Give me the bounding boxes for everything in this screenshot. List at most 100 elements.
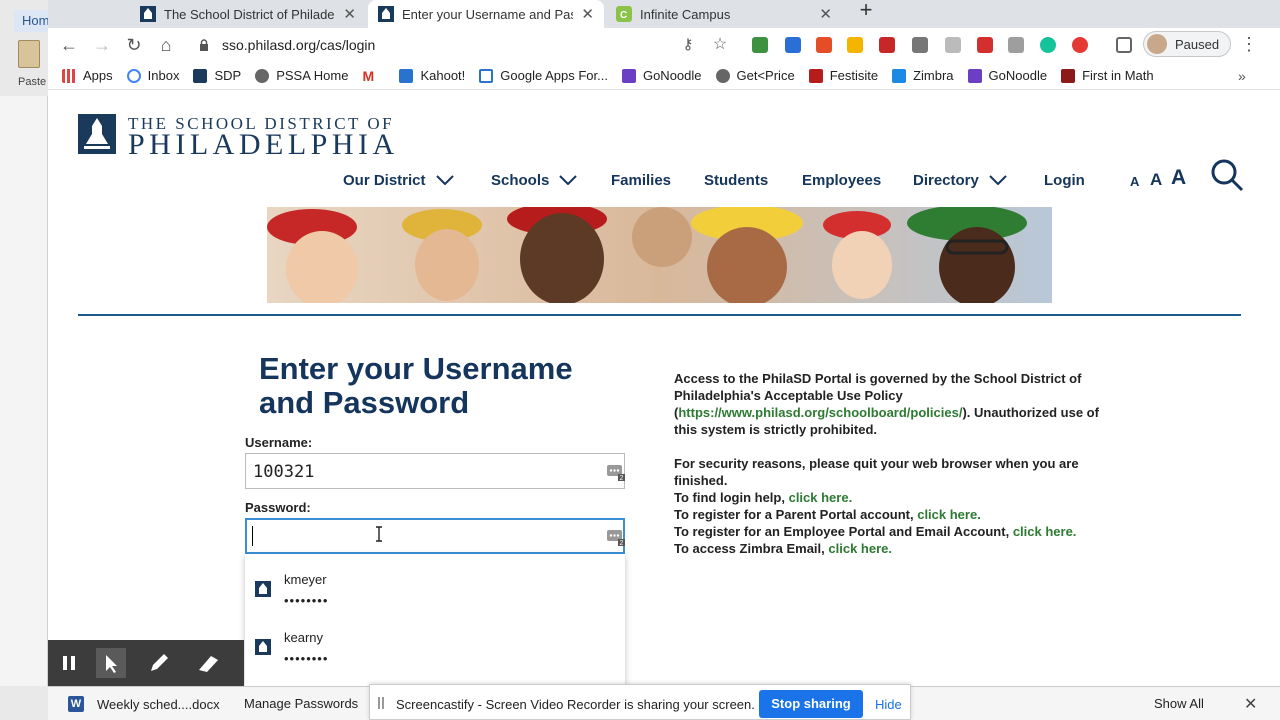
extension-icon[interactable] [1008, 37, 1024, 53]
tab-title: The School District of Philadelphia [164, 6, 335, 22]
close-tab-icon[interactable]: ✕ [581, 5, 594, 23]
word-doc-icon: W [68, 696, 84, 712]
show-all-downloads-button[interactable]: Show All [1154, 696, 1204, 711]
nav-our-district[interactable]: Our District [343, 168, 454, 192]
extension-icon[interactable] [945, 37, 961, 53]
tab-login[interactable]: Enter your Username and Password ✕ [368, 0, 604, 28]
page-content: THE SCHOOL DISTRICT OF PHILADELPHIA Our … [48, 90, 1280, 686]
browser-window: The School District of Philadelphia ✕ En… [48, 0, 1280, 686]
font-size-large[interactable]: A [1171, 166, 1186, 190]
district-logo[interactable]: THE SCHOOL DISTRICT OF PHILADELPHIA [78, 114, 398, 161]
saved-account-item[interactable]: kearny •••••••• [245, 621, 625, 677]
close-tab-icon[interactable]: ✕ [819, 5, 832, 23]
saved-username: kearny [284, 630, 324, 645]
zimbra-link[interactable]: click here. [828, 541, 892, 556]
pen-icon[interactable] [144, 648, 174, 678]
search-icon[interactable] [1210, 158, 1244, 192]
close-tab-icon[interactable]: ✕ [343, 5, 356, 23]
saved-account-item[interactable]: kmeyer •••••••• [245, 563, 625, 619]
profile-status: Paused [1175, 36, 1220, 52]
pointer-icon[interactable] [96, 648, 126, 678]
bookmark-inbox[interactable]: Inbox [126, 68, 179, 83]
key-icon[interactable]: ⚷ [677, 34, 699, 56]
students-banner-image [267, 207, 1052, 303]
manage-passwords-link[interactable]: Manage Passwords [244, 696, 358, 711]
extension-icon[interactable] [785, 37, 801, 53]
more-bookmarks-icon[interactable]: » [1238, 68, 1246, 84]
font-size-medium[interactable]: A [1150, 170, 1162, 190]
download-item[interactable]: W Weekly sched....docx [68, 696, 220, 712]
globe-icon [715, 68, 730, 83]
employee-portal-link[interactable]: click here. [1013, 524, 1077, 539]
employee-prefix: To register for an Employee Portal and E… [674, 524, 1010, 539]
bookmark-label: Festisite [829, 68, 879, 83]
pause-icon[interactable] [54, 648, 84, 678]
bookmark-google-apps[interactable]: Google Apps For... [479, 68, 608, 83]
first-in-math-icon [1061, 68, 1076, 83]
avatar [1147, 34, 1167, 54]
password-manager-icon[interactable]: 2 [607, 528, 625, 546]
gonoodle-icon [967, 68, 982, 83]
nav-label: Schools [491, 171, 550, 189]
nav-label: Families [611, 171, 672, 189]
font-size-small[interactable]: A [1130, 174, 1139, 189]
nav-schools[interactable]: Schools [491, 168, 578, 192]
bookmark-festisite[interactable]: Festisite [808, 68, 879, 83]
close-downloads-icon[interactable]: ✕ [1244, 694, 1257, 714]
globe-icon [255, 68, 270, 83]
home-icon[interactable]: ⌂ [155, 34, 177, 56]
grammarly-icon[interactable] [1040, 37, 1056, 53]
help-link[interactable]: click here. [789, 490, 853, 505]
bookmark-pssa[interactable]: PSSA Home [255, 68, 348, 83]
bookmark-kahoot[interactable]: Kahoot! [399, 68, 465, 83]
bookmark-first-in-math[interactable]: First in Math [1061, 68, 1154, 83]
bookmark-star-icon[interactable]: ☆ [709, 34, 731, 56]
nav-login[interactable]: Login [1044, 168, 1085, 192]
google-drive-icon[interactable] [847, 37, 863, 53]
username-label: Username: [245, 435, 313, 450]
saved-password-mask: •••••••• [284, 651, 329, 666]
nav-employees[interactable]: Employees [802, 168, 881, 192]
bookmark-apps[interactable]: Apps [62, 68, 113, 83]
back-icon[interactable]: ← [58, 34, 80, 56]
bookmark-gonoodle-2[interactable]: GoNoodle [967, 68, 1047, 83]
tab-school-district[interactable]: The School District of Philadelphia ✕ [130, 0, 366, 28]
extension-icon[interactable] [816, 37, 832, 53]
parent-portal-link[interactable]: click here. [917, 507, 981, 522]
menu-icon[interactable]: ⋮ [1240, 35, 1258, 54]
sdp-bell-icon [140, 6, 156, 22]
bookmark-zimbra[interactable]: Zimbra [892, 68, 954, 83]
tab-infinite-campus[interactable]: C Infinite Campus ✕ [606, 0, 842, 28]
extension-icon[interactable] [879, 37, 895, 53]
bookmark-gmail[interactable]: M [362, 68, 385, 83]
policy-link[interactable]: https://www.philasd.org/schoolboard/poli… [678, 405, 962, 420]
bookmark-sdp[interactable]: SDP [193, 68, 241, 83]
password-field[interactable] [245, 518, 625, 554]
page-title: Enter your Username and Password [259, 351, 573, 420]
hide-notification-button[interactable]: Hide [875, 697, 902, 712]
bookmark-getprice[interactable]: Get<Price [715, 68, 795, 83]
stop-sharing-button[interactable]: Stop sharing [759, 690, 863, 718]
new-tab-button[interactable]: + [853, 0, 879, 24]
extension-icon[interactable] [752, 37, 768, 53]
tab-strip: The School District of Philadelphia ✕ En… [48, 0, 1280, 28]
cast-icon[interactable] [1116, 37, 1132, 53]
extension-icon[interactable] [912, 37, 928, 53]
bookmark-label: Google Apps For... [500, 68, 608, 83]
username-field[interactable]: 100321 [245, 453, 625, 489]
reload-icon[interactable]: ↻ [123, 34, 145, 56]
word-paste-button[interactable]: Paste [8, 40, 48, 90]
address-bar[interactable]: sso.philasd.org/cas/login [198, 34, 738, 56]
nav-label: Login [1044, 171, 1085, 189]
forward-icon[interactable]: → [91, 34, 113, 56]
bookmark-gonoodle[interactable]: GoNoodle [621, 68, 702, 83]
extension-icon[interactable] [977, 37, 993, 53]
drag-handle-icon[interactable] [378, 697, 384, 709]
screencastify-icon[interactable] [1072, 37, 1088, 53]
nav-students[interactable]: Students [704, 168, 768, 192]
nav-families[interactable]: Families [611, 168, 671, 192]
profile-button[interactable]: Paused [1143, 31, 1231, 57]
eraser-icon[interactable] [193, 648, 223, 678]
nav-directory[interactable]: Directory [913, 168, 1007, 192]
password-manager-icon[interactable]: 2 [607, 463, 625, 481]
